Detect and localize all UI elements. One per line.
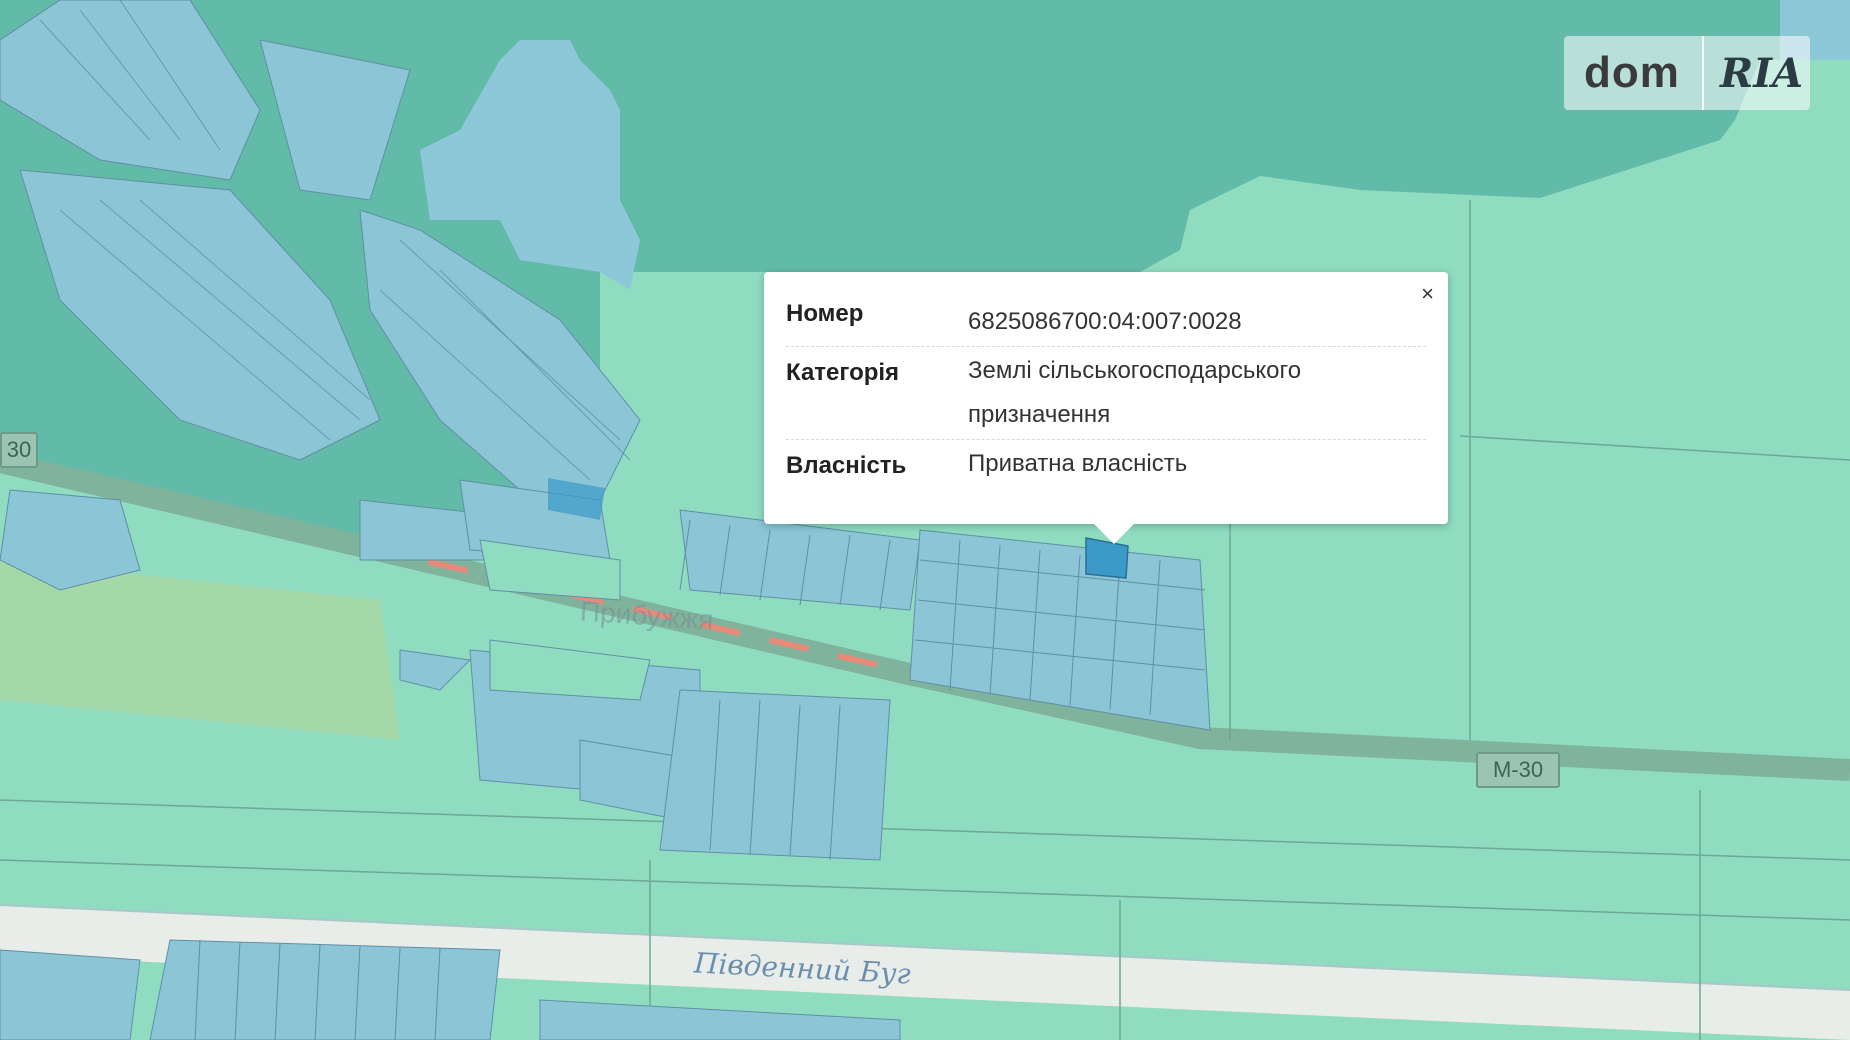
logo-ria-text: RIA: [1720, 49, 1803, 97]
domria-logo: dom RIA: [1564, 36, 1810, 110]
road-label-left: 30: [0, 432, 38, 468]
label-category: Категорія: [786, 359, 900, 386]
value-ownership: Приватна власність: [968, 450, 1188, 477]
value-category: Землі сільськогосподарського призначення: [968, 357, 1302, 428]
parcel-info-popup: × Номер 6825086700:04:007:0028 Категорія…: [764, 272, 1448, 544]
logo-dom-text: dom: [1584, 48, 1680, 97]
close-icon[interactable]: ×: [1421, 282, 1434, 306]
road-label-m30: М-30: [1476, 752, 1560, 788]
value-number: 6825086700:04:007:0028: [968, 308, 1242, 335]
label-ownership: Власність: [786, 452, 907, 479]
label-number: Номер: [786, 300, 864, 327]
info-row-category: Категорія Землі сільськогосподарського п…: [786, 347, 1426, 440]
info-row-ownership: Власність Приватна власність: [786, 440, 1426, 490]
info-row-number: Номер 6825086700:04:007:0028: [786, 294, 1426, 347]
